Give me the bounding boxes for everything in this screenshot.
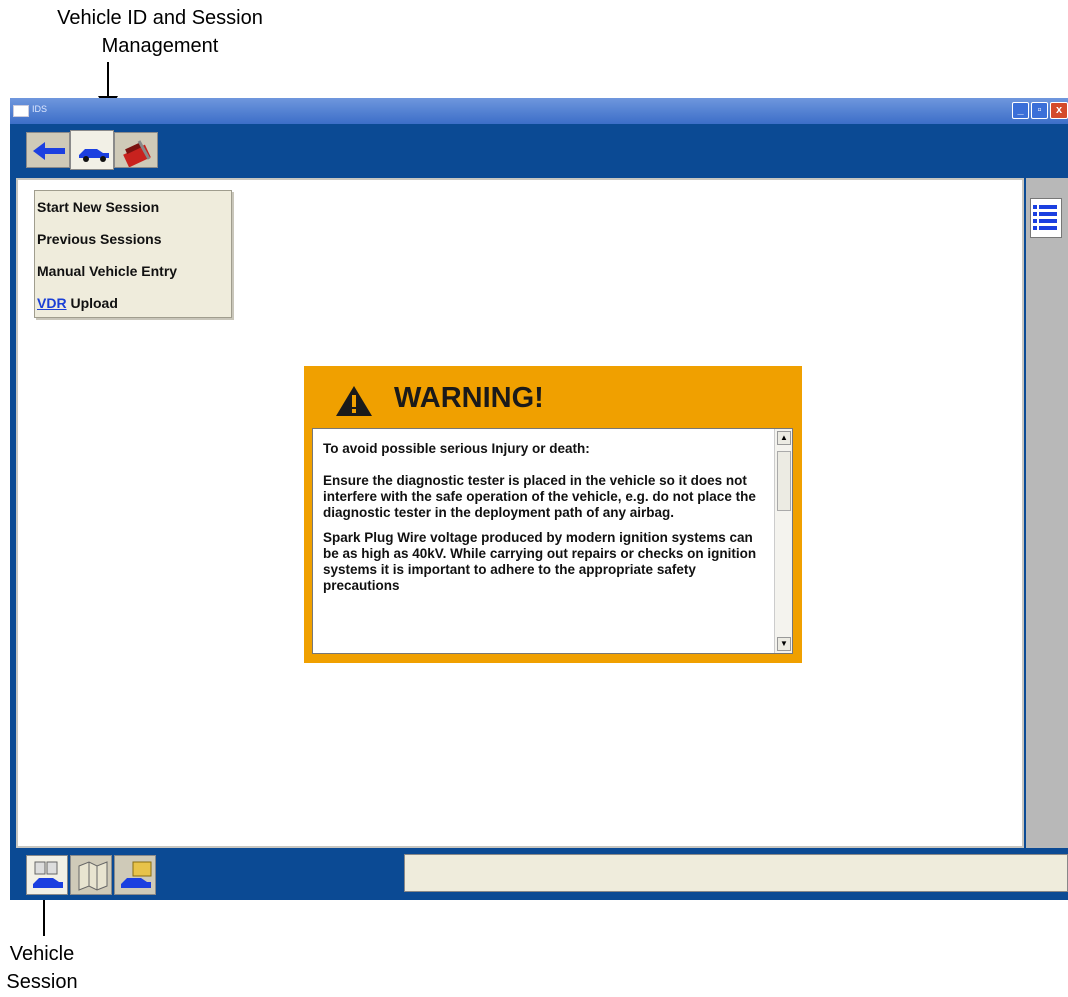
warning-scrollbar[interactable]: ▲ ▼ [774,429,792,653]
minimize-button[interactable]: _ [1012,102,1029,119]
callout-top-line1: Vehicle ID and Session [57,7,263,29]
tab-toolbox[interactable] [114,132,158,168]
vdr-upload-label: Upload [66,295,118,311]
warning-title: WARNING! [394,382,544,414]
session-menu: Start New Session Previous Sessions Manu… [34,190,232,318]
maximize-button[interactable]: ▫ [1031,102,1048,119]
status-field [404,854,1068,892]
toolbox-icon [123,140,151,167]
tab-back[interactable] [26,132,70,168]
vehicle-folder-icon [121,861,152,888]
tab-map[interactable] [70,855,112,895]
vehicle-icon [79,149,109,162]
list-icon [1033,205,1057,230]
right-side-panel [1026,178,1068,848]
close-button[interactable]: x [1050,102,1068,119]
tab-vehicle-session[interactable] [26,855,68,895]
callout-top-line2: Management [101,35,219,57]
vehicle-session-icon [33,861,63,888]
warning-dialog: WARNING! To avoid possible serious Injur… [304,366,802,663]
list-view-button[interactable] [1030,198,1062,238]
warning-text: To avoid possible serious Injury or deat… [323,441,768,610]
warning-triangle-icon [336,386,372,416]
callout-label-top: Vehicle ID and Session Management [30,4,290,60]
app-window: IDS _ ▫ x Start New Session Previous Ses… [10,98,1068,900]
menu-item-previous-sessions[interactable]: Previous Sessions [37,231,162,247]
map-icon [78,861,108,891]
vdr-link[interactable]: VDR [37,295,67,311]
window-title: IDS [32,104,48,114]
callout-bottom-line2: Session [6,971,78,993]
warning-paragraph: Ensure the diagnostic tester is placed i… [323,473,756,520]
menu-item-start-new-session[interactable]: Start New Session [37,199,159,215]
callout-label-bottom: Vehicle Session [0,940,84,996]
title-bar: IDS _ ▫ x [10,98,1068,124]
warning-paragraph: To avoid possible serious Injury or deat… [323,441,590,456]
callout-bottom-line1: Vehicle [9,943,75,965]
menu-item-manual-vehicle-entry[interactable]: Manual Vehicle Entry [37,263,177,279]
app-icon [13,105,29,117]
back-arrow-icon [33,142,65,160]
menu-item-vdr-upload[interactable]: VDR Upload [37,295,118,311]
warning-paragraph: Spark Plug Wire voltage produced by mode… [323,530,757,593]
scroll-thumb[interactable] [777,451,791,511]
warning-body: To avoid possible serious Injury or deat… [312,428,793,654]
tab-vehicle-id[interactable] [70,130,114,170]
tab-vehicle-folder[interactable] [114,855,156,895]
scroll-down-button[interactable]: ▼ [777,637,791,651]
scroll-up-button[interactable]: ▲ [777,431,791,445]
